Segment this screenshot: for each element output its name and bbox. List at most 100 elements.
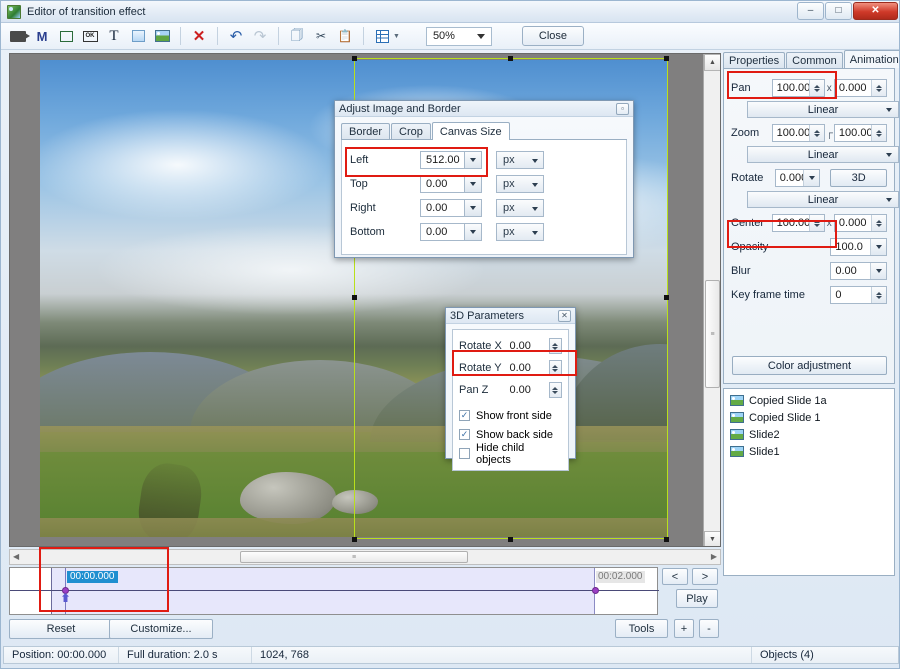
tab-common[interactable]: Common <box>786 52 843 68</box>
pan-x-input[interactable]: 100.000 <box>771 79 825 97</box>
resize-handle-br[interactable] <box>664 537 669 542</box>
right-unit-select[interactable]: px <box>496 199 544 217</box>
keyframe-marker-start[interactable] <box>62 587 69 594</box>
prev-keyframe-button[interactable]: < <box>662 568 688 585</box>
tab-canvas-size[interactable]: Canvas Size <box>431 122 510 140</box>
customize-button[interactable]: Customize... <box>109 619 213 639</box>
paste-icon[interactable]: 📋 <box>334 26 356 47</box>
text-icon[interactable]: T <box>103 26 125 47</box>
scroll-left-icon[interactable]: ◀ <box>13 552 19 561</box>
3d-button[interactable]: 3D <box>830 169 888 187</box>
left-unit-select[interactable]: px <box>496 151 544 169</box>
reset-button[interactable]: Reset <box>9 619 113 639</box>
pan-y-stepper[interactable] <box>871 80 886 96</box>
pan-x-stepper[interactable] <box>808 80 824 96</box>
image-icon[interactable] <box>151 26 173 47</box>
rotate-input[interactable]: 0.000 <box>774 169 821 187</box>
resize-handle-bc[interactable] <box>508 537 513 542</box>
delete-icon[interactable]: ✕ <box>188 26 210 47</box>
blur-dropdown-icon[interactable] <box>870 263 886 279</box>
pan-z-stepper[interactable] <box>548 382 562 398</box>
center-x-input[interactable]: 100.000 <box>771 214 825 232</box>
camera-icon[interactable] <box>7 26 30 47</box>
redo-icon[interactable]: ↷ <box>249 26 271 47</box>
rotate-dropdown-icon[interactable] <box>803 170 820 186</box>
center-x-stepper[interactable] <box>808 215 824 231</box>
tab-border[interactable]: Border <box>341 123 391 139</box>
rotate-y-value[interactable]: 0.00 <box>510 362 549 374</box>
close-icon[interactable]: ▫ <box>616 102 629 115</box>
objects-list[interactable]: Copied Slide 1a Copied Slide 1 Slide2 Sl… <box>723 388 895 576</box>
timeline-clip[interactable] <box>52 568 595 614</box>
tab-properties[interactable]: Properties <box>723 52 786 68</box>
center-y-input[interactable]: 0.000 <box>833 214 887 232</box>
zoom-y-stepper[interactable] <box>871 125 886 141</box>
rotate-x-value[interactable]: 0.00 <box>510 340 549 352</box>
rotate-y-stepper[interactable] <box>548 360 562 376</box>
rotate-x-stepper[interactable] <box>548 338 562 354</box>
maximize-button[interactable]: □ <box>825 2 852 20</box>
left-dropdown-icon[interactable] <box>464 152 481 168</box>
list-item[interactable]: Copied Slide 1a <box>726 392 892 409</box>
scroll-up-icon[interactable]: ▲ <box>704 54 720 71</box>
zoom-level-select[interactable]: 50% <box>425 26 492 46</box>
zoom-x-stepper[interactable] <box>808 125 824 141</box>
bottom-input[interactable]: 0.00 <box>420 223 482 241</box>
undo-icon[interactable]: ↶ <box>225 26 247 47</box>
right-input[interactable]: 0.00 <box>420 199 482 217</box>
right-dropdown-icon[interactable] <box>464 200 481 216</box>
rotate-easing-select[interactable]: Linear <box>747 191 899 208</box>
center-y-stepper[interactable] <box>871 215 886 231</box>
zoom-easing-select[interactable]: Linear <box>747 146 899 163</box>
color-adjustment-button[interactable]: Color adjustment <box>732 356 887 375</box>
blur-input[interactable]: 0.00 <box>830 262 887 280</box>
canvas-horizontal-scrollbar[interactable]: ◀ ≡ ▶ <box>9 549 721 565</box>
keyframe-marker-end[interactable] <box>592 587 599 594</box>
resize-handle-bl[interactable] <box>352 537 357 542</box>
scroll-down-icon[interactable]: ▼ <box>704 531 720 546</box>
mask-icon[interactable]: M <box>31 26 53 47</box>
keyframe-time-stepper[interactable] <box>871 287 886 303</box>
minimize-button[interactable]: – <box>797 2 824 20</box>
zoom-y-input[interactable]: 100.000 <box>833 124 887 142</box>
opacity-input[interactable]: 100.0 <box>830 238 887 256</box>
list-item[interactable]: Copied Slide 1 <box>726 409 892 426</box>
hide-child-objects-row[interactable]: Hide child objects <box>459 442 562 466</box>
bottom-dropdown-icon[interactable] <box>464 224 481 240</box>
grid-dropdown-icon[interactable]: ▼ <box>393 33 400 40</box>
close-editor-button[interactable]: Close <box>521 26 584 46</box>
show-front-side-checkbox[interactable]: ✓ <box>459 410 470 421</box>
frame-icon[interactable] <box>55 26 77 47</box>
keyframe-time-input[interactable]: 0 <box>830 286 887 304</box>
adjust-image-border-dialog[interactable]: Adjust Image and Border ▫ Border Crop Ca… <box>334 100 634 258</box>
timeline[interactable]: 00:00.000 00:02.000 < > Play Tools + - <box>9 547 721 638</box>
canvas-vertical-scrollbar[interactable]: ▲ ≡ ▼ <box>703 54 720 546</box>
top-input[interactable]: 0.00 <box>420 175 482 193</box>
vertical-scroll-thumb[interactable]: ≡ <box>705 280 720 388</box>
close-icon[interactable]: ✕ <box>558 309 571 322</box>
hide-child-objects-checkbox[interactable] <box>459 448 470 459</box>
opacity-dropdown-icon[interactable] <box>870 239 886 255</box>
3d-parameters-dialog[interactable]: 3D Parameters ✕ Rotate X 0.00 Rotate Y 0… <box>445 307 577 471</box>
copy-icon[interactable]: 🗍 <box>286 26 308 47</box>
dialog-title-bar[interactable]: 3D Parameters ✕ <box>446 308 575 324</box>
rectangle-icon[interactable] <box>127 26 149 47</box>
grid-icon[interactable] <box>371 26 393 47</box>
next-keyframe-button[interactable]: > <box>692 568 718 585</box>
close-button[interactable]: ✕ <box>853 2 898 20</box>
pan-easing-select[interactable]: Linear <box>747 101 899 118</box>
cut-icon[interactable]: ✂ <box>310 26 332 47</box>
pan-y-input[interactable]: 0.000 <box>833 79 887 97</box>
show-back-side-checkbox[interactable]: ✓ <box>459 429 470 440</box>
top-dropdown-icon[interactable] <box>464 176 481 192</box>
list-item[interactable]: Slide2 <box>726 426 892 443</box>
dialog-title-bar[interactable]: Adjust Image and Border ▫ <box>335 101 633 117</box>
tab-animation[interactable]: Animation <box>843 50 899 68</box>
bottom-unit-select[interactable]: px <box>496 223 544 241</box>
horizontal-scroll-thumb[interactable]: ≡ <box>240 551 468 563</box>
play-button[interactable]: Play <box>676 589 718 608</box>
left-input[interactable]: 512.00 <box>420 151 482 169</box>
zoom-x-input[interactable]: 100.000 <box>771 124 825 142</box>
timeline-grid[interactable]: 00:00.000 00:02.000 <box>9 567 659 615</box>
show-front-side-row[interactable]: ✓ Show front side <box>459 406 562 425</box>
